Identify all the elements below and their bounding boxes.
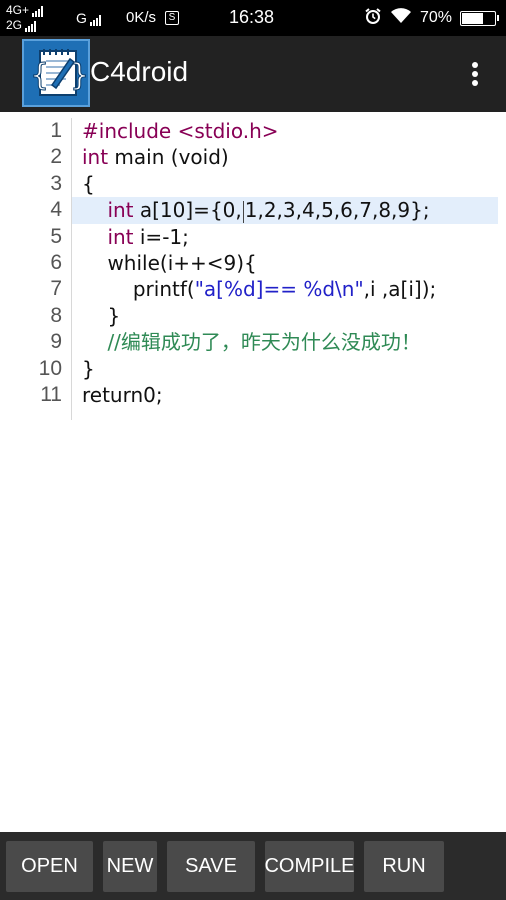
new-button[interactable]: NEW — [103, 841, 157, 892]
code-text: int i=-1; — [82, 224, 189, 250]
code-line[interactable]: printf("a[%d]== %d\n",i ,a[i]); — [72, 276, 506, 302]
open-button[interactable]: OPEN — [6, 841, 93, 892]
code-text: } — [82, 356, 95, 382]
line-number: 5 — [50, 224, 62, 248]
code-token: a[10]={0, — [133, 198, 242, 223]
network-type-bottom: 2G — [6, 18, 23, 32]
code-line[interactable]: { — [72, 171, 506, 197]
line-number: 3 — [50, 171, 62, 195]
cellular-network-indicator: 4G+ 2G — [6, 3, 44, 33]
code-token: 1,2,3,4,5,6,7,8,9}; — [244, 198, 430, 223]
comment-token: //编辑成功了，昨天为什么没成功！ — [107, 330, 421, 355]
battery-fill — [462, 12, 484, 24]
app-bar: { } C4droid — [0, 36, 506, 112]
code-text: int a[10]={0, 1,2,3,4,5,6,7,8,9}; — [82, 197, 430, 223]
code-line[interactable]: int i=-1; — [72, 224, 506, 250]
code-token: while(i++<9){ — [107, 250, 257, 275]
signal-bars-icon — [89, 15, 101, 26]
bottom-toolbar: OPEN NEW SAVE COMPILE RUN — [0, 832, 506, 900]
battery-percent: 70% — [419, 9, 452, 26]
status-bar: 4G+ 2G G 0K/s S 16:38 70% — [0, 0, 506, 36]
run-button[interactable]: RUN — [364, 841, 444, 892]
code-text: printf("a[%d]== %d\n",i ,a[i]); — [82, 276, 436, 302]
code-text: #include <stdio.h> — [82, 118, 279, 144]
alarm-icon — [364, 7, 382, 30]
g-signal-indicator: G — [76, 10, 101, 26]
line-number: 6 — [50, 250, 62, 274]
signal-bars-icon — [32, 6, 44, 17]
code-token: } — [107, 303, 121, 328]
overflow-menu-icon[interactable] — [464, 58, 486, 90]
network-type-g: G — [76, 10, 87, 26]
network-type-top: 4G+ — [6, 3, 30, 17]
speed-badge-icon: S — [165, 11, 179, 25]
battery-icon — [460, 10, 499, 26]
code-area[interactable]: #include <stdio.h> int main (void){ int a… — [72, 118, 506, 408]
save-button[interactable]: SAVE — [167, 841, 255, 892]
code-text: //编辑成功了，昨天为什么没成功！ — [82, 329, 421, 355]
keyword-token: int — [107, 224, 134, 249]
code-line[interactable]: } — [72, 303, 506, 329]
line-number: 2 — [50, 145, 62, 169]
code-line[interactable]: return0; — [72, 382, 506, 408]
keyword-token: int — [107, 198, 134, 223]
code-text: } — [82, 303, 120, 329]
code-token: { — [82, 171, 95, 196]
code-text: { — [82, 171, 95, 197]
code-token: return0; — [82, 382, 163, 407]
code-line[interactable]: } — [72, 356, 506, 382]
code-token: i=-1; — [133, 224, 189, 249]
code-token: main (void) — [108, 145, 229, 170]
clock: 16:38 — [229, 7, 275, 27]
compile-button[interactable]: COMPILE — [264, 841, 355, 892]
string-token: "a[%d]== %d\n" — [194, 277, 364, 302]
code-token: } — [82, 356, 95, 381]
wifi-icon — [390, 7, 412, 30]
line-number: 10 — [38, 356, 62, 380]
line-number: 8 — [50, 303, 62, 327]
code-editor[interactable]: 1 2 3 4 5 6 7 8 9 10 11 #include <stdio.h> int main… — [0, 112, 506, 832]
line-number: 4 — [50, 198, 62, 222]
code-line[interactable]: //编辑成功了，昨天为什么没成功！ — [72, 329, 506, 355]
text-cursor — [242, 200, 244, 223]
line-number: 9 — [50, 330, 62, 354]
code-text: return0; — [82, 382, 163, 408]
code-token: printf( — [132, 277, 195, 302]
app-title: C4droid — [90, 56, 189, 87]
code-line[interactable]: int main (void) — [72, 144, 506, 170]
keyword-token: int — [82, 145, 109, 170]
code-line[interactable]: #include <stdio.h> — [72, 118, 506, 144]
c4droid-logo-icon: { } — [22, 39, 90, 107]
svg-text:{: { — [30, 58, 49, 93]
signal-bars-icon — [25, 21, 37, 32]
code-line[interactable]: while(i++<9){ — [72, 250, 506, 276]
line-number: 7 — [50, 277, 62, 301]
line-number: 11 — [40, 382, 62, 406]
line-number-gutter: 1 2 3 4 5 6 7 8 9 10 11 — [0, 118, 72, 420]
code-text: while(i++<9){ — [82, 250, 257, 276]
keyword-token: #include <stdio.h> — [82, 119, 279, 143]
network-speed: 0K/s — [126, 9, 157, 26]
code-line[interactable]: int a[10]={0, 1,2,3,4,5,6,7,8,9}; — [72, 197, 498, 224]
code-text: int main (void) — [82, 144, 229, 170]
code-token: ,i ,a[i]); — [363, 277, 437, 302]
line-number: 1 — [50, 119, 62, 142]
